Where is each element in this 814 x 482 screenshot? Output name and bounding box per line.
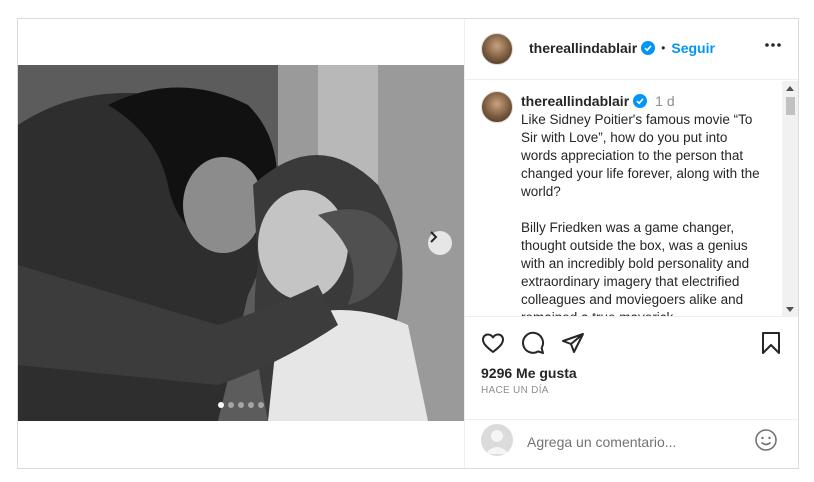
bookmark-icon[interactable]	[759, 331, 783, 355]
carousel-dot-5	[258, 402, 264, 408]
caption-header: thereallindablair 1 d	[521, 93, 675, 109]
photo-illustration	[18, 65, 464, 421]
carousel-dot-3	[238, 402, 244, 408]
carousel-dot-1	[218, 402, 224, 408]
carousel-dot-2	[228, 402, 234, 408]
caption-username[interactable]: thereallindablair	[521, 93, 629, 109]
comment-icon[interactable]	[521, 331, 545, 355]
follow-button[interactable]: Seguir	[671, 40, 715, 56]
header-user: thereallindablair • Seguir	[529, 40, 715, 56]
share-icon[interactable]	[561, 331, 585, 355]
caption-scrollbar[interactable]	[782, 81, 798, 316]
post-header: thereallindablair • Seguir	[465, 19, 798, 80]
like-count[interactable]: 9296 Me gusta	[481, 365, 577, 381]
post-time: 1 d	[655, 93, 675, 109]
comment-input[interactable]	[525, 430, 749, 454]
action-bar	[481, 331, 783, 359]
scroll-up-arrow[interactable]	[786, 86, 794, 91]
header-username[interactable]: thereallindablair	[529, 40, 637, 56]
caption-area: thereallindablair 1 d Like Sidney Poitie…	[465, 81, 798, 317]
more-icon[interactable]	[764, 42, 782, 48]
post-dialog: thereallindablair • Seguir thereallindab…	[17, 18, 799, 469]
post-date: HACE UN DÍA	[481, 385, 549, 396]
header-separator: •	[661, 41, 666, 55]
carousel-dot-4	[248, 402, 254, 408]
carousel-indicator	[218, 402, 264, 408]
post-side-panel: thereallindablair • Seguir thereallindab…	[464, 19, 798, 468]
verified-badge-icon	[633, 94, 648, 108]
default-avatar-icon	[485, 430, 509, 454]
scroll-down-arrow[interactable]	[786, 307, 794, 312]
post-media	[18, 19, 464, 468]
post-photo[interactable]	[18, 65, 464, 421]
carousel-next-button[interactable]	[428, 231, 452, 255]
carousel-next-icon	[430, 231, 438, 243]
caption-text: Like Sidney Poitier's famous movie “To S…	[521, 112, 760, 316]
verified-badge-icon	[641, 41, 656, 55]
scroll-thumb[interactable]	[786, 97, 795, 115]
comment-composer	[465, 419, 798, 468]
emoji-icon[interactable]	[754, 428, 778, 452]
current-user-avatar	[481, 424, 513, 456]
heart-icon[interactable]	[481, 331, 505, 355]
author-avatar[interactable]	[481, 33, 513, 65]
caption-author-avatar[interactable]	[481, 91, 513, 123]
